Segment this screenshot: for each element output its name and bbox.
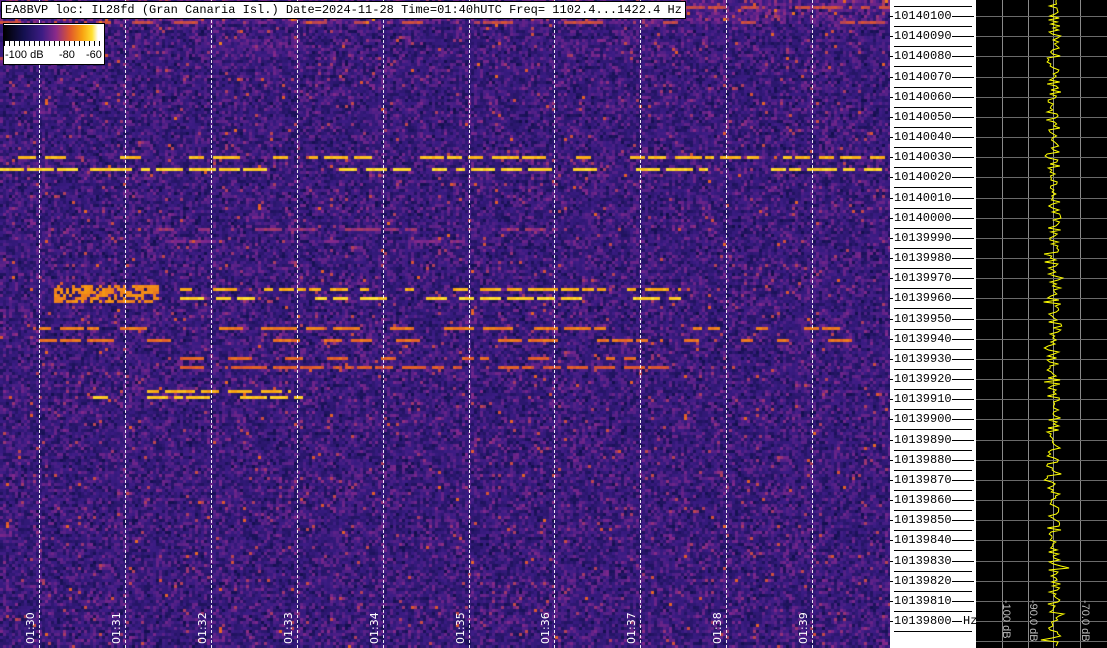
time-tick-label: 01:39: [797, 612, 811, 644]
frequency-minor-tick: [894, 328, 972, 330]
frequency-minor-tick: [894, 429, 972, 431]
frequency-minor-tick: [894, 409, 972, 411]
frequency-tick-label: 10139810: [893, 593, 952, 608]
waterfall-canvas: [0, 0, 890, 648]
time-gridline: [39, 0, 40, 648]
time-tick-label: 01:31: [109, 612, 123, 644]
frequency-tick-label: 10140000: [893, 210, 952, 225]
frequency-tick-label: 10140060: [893, 89, 952, 104]
frequency-minor-tick: [894, 187, 972, 189]
time-tick-label: 01:35: [453, 612, 467, 644]
db-label-minus-90: -90.0 dB: [1027, 600, 1039, 642]
frequency-tick-label: 10140080: [893, 49, 952, 64]
color-scale-legend: -100 dB -80 -60: [3, 23, 105, 65]
time-tick-label: 01:36: [539, 612, 553, 644]
color-scale-label-min: -100 dB: [5, 49, 44, 61]
time-gridline: [382, 0, 384, 648]
time-gridline: [726, 0, 728, 648]
frequency-minor-tick: [894, 489, 972, 491]
frequency-minor-tick: [894, 6, 972, 7]
frequency-tick-label: 10139950: [893, 311, 952, 326]
frequency-tick-label: 10139800: [893, 614, 952, 629]
frequency-tick-label: 10139940: [893, 331, 952, 346]
time-tick-label: 01:34: [367, 612, 381, 644]
frequency-tick-label: 10139960: [893, 291, 952, 306]
frequency-minor-tick: [894, 46, 972, 48]
frequency-tick-label: 10140070: [893, 69, 952, 84]
frequency-minor-tick: [894, 288, 972, 290]
frequency-minor-tick: [894, 389, 972, 391]
frequency-minor-tick: [894, 510, 972, 512]
color-scale-label-max: -60: [86, 49, 102, 61]
frequency-tick-label: 10140100: [893, 9, 952, 23]
frequency-minor-tick: [894, 147, 972, 149]
frequency-minor-tick: [894, 368, 972, 370]
spectrum-trace-line: [1040, 0, 1070, 647]
frequency-tick-label: 10140020: [893, 170, 952, 185]
frequency-axis: 10140100 10140090 10140080 10140070 10140060…: [890, 0, 979, 648]
frequency-tick-label: 10139880: [893, 452, 952, 467]
frequency-minor-tick: [894, 167, 972, 169]
frequency-minor-tick: [894, 308, 972, 310]
time-gridline: [812, 0, 814, 648]
header-title: EA8BVP loc: IL28fd (Gran Canaria Isl.) D…: [1, 1, 686, 19]
spectrum-panel: -100 dB -90.0 dB -70.0 dB: [976, 0, 1107, 648]
frequency-minor-tick: [894, 469, 972, 471]
frequency-minor-tick: [894, 126, 972, 128]
frequency-minor-tick: [894, 449, 972, 451]
time-gridline: [296, 0, 298, 648]
time-tick-label: 01:37: [625, 612, 639, 644]
frequency-tick-label: 10139830: [893, 553, 952, 568]
frequency-tick-label: 10139870: [893, 472, 952, 487]
frequency-tick-label: 10140030: [893, 150, 952, 165]
frequency-minor-tick: [894, 631, 972, 633]
frequency-tick-label: 10139920: [893, 372, 952, 387]
frequency-minor-tick: [894, 610, 972, 612]
frequency-minor-tick: [894, 207, 972, 209]
frequency-tick-label: 10139840: [893, 533, 952, 548]
frequency-minor-tick: [894, 570, 972, 572]
frequency-minor-tick: [894, 66, 972, 68]
time-tick-label: 01:32: [195, 612, 209, 644]
color-scale-ticks: [4, 41, 104, 46]
time-tick-label: 01:38: [711, 612, 725, 644]
frequency-tick-label: 10139970: [893, 271, 952, 286]
frequency-minor-tick: [894, 26, 972, 27]
frequency-tick-label: 10140010: [893, 190, 952, 205]
frequency-tick-label: 10139980: [893, 251, 952, 266]
frequency-tick-label: 10140040: [893, 130, 952, 145]
frequency-minor-tick: [894, 530, 972, 532]
frequency-tick-label: 10139910: [893, 392, 952, 407]
time-gridline: [468, 0, 470, 648]
spectrum-trace: [1040, 0, 1070, 647]
frequency-minor-tick: [894, 348, 972, 350]
time-gridline: [554, 0, 556, 648]
frequency-tick-label: 10139890: [893, 432, 952, 447]
frequency-minor-tick: [894, 268, 972, 270]
frequency-tick-label: 10140050: [893, 109, 952, 124]
frequency-minor-tick: [894, 550, 972, 552]
spectrogram: 01:30 01:31 01:32 01:33 01:34 01:35 01:36 01:37…: [0, 0, 890, 648]
time-gridline: [210, 0, 212, 648]
frequency-tick-label: 10139900: [893, 412, 952, 427]
frequency-minor-tick: [894, 590, 972, 592]
frequency-tick-label: 10139990: [893, 230, 952, 245]
frequency-minor-tick: [894, 247, 972, 249]
time-tick-label: 01:30: [24, 612, 37, 644]
time-gridline: [640, 0, 642, 648]
frequency-minor-tick: [894, 86, 972, 88]
color-scale-label-mid: -80: [59, 49, 75, 61]
time-gridline: [124, 0, 126, 648]
color-scale-gradient: [4, 25, 104, 41]
frequency-tick-label: 10139850: [893, 513, 952, 528]
frequency-minor-tick: [894, 227, 972, 229]
frequency-tick-label: 10139930: [893, 351, 952, 366]
time-tick-label: 01:33: [281, 612, 295, 644]
frequency-minor-tick: [894, 106, 972, 108]
frequency-tick-label: 10140090: [893, 29, 952, 44]
frequency-tick-label: 10139860: [893, 493, 952, 508]
frequency-tick-label: 10139820: [893, 573, 952, 588]
db-label-minus-70: -70.0 dB: [1079, 600, 1091, 642]
